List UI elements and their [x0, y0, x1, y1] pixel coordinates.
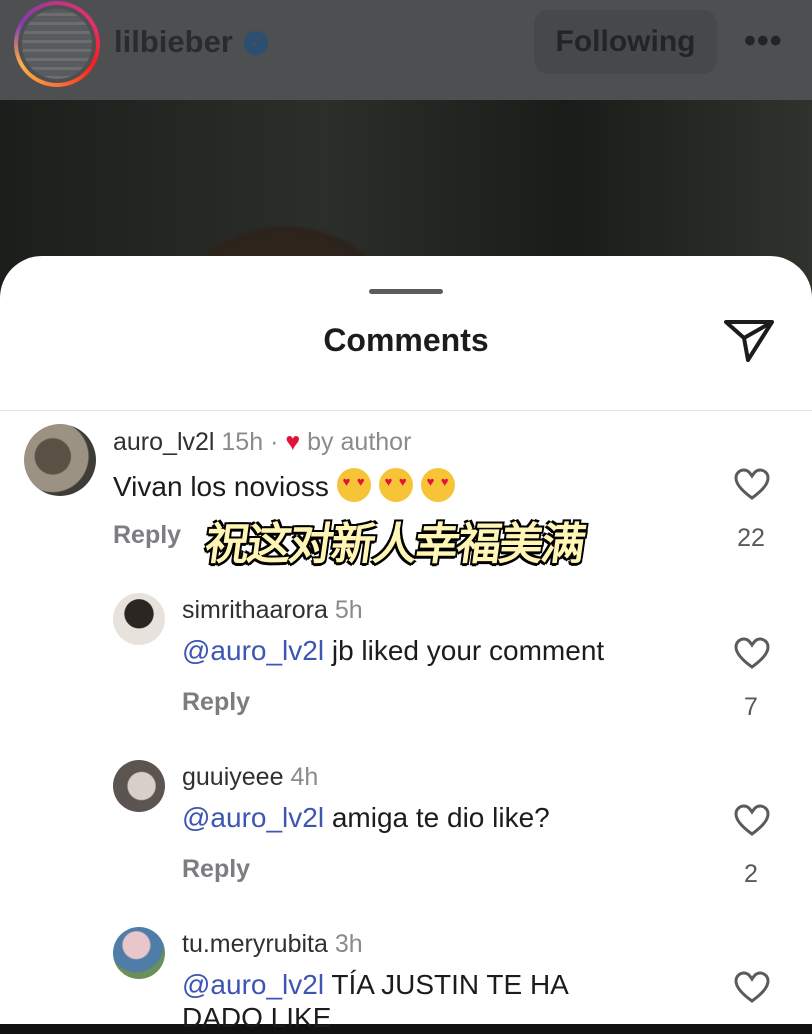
- commenter-avatar[interactable]: [113, 593, 165, 645]
- comment-time: 3h: [334, 930, 363, 958]
- heart-outline-icon[interactable]: [734, 804, 770, 836]
- reply-button[interactable]: Reply: [113, 521, 181, 550]
- comment-meta: simrithaarora 5h: [182, 596, 363, 625]
- comment-meta: auro_lv2l 15h · ♥ by author: [113, 428, 411, 457]
- mention-link[interactable]: @auro_lv2l: [182, 802, 324, 833]
- comment-time: 4h: [290, 763, 319, 791]
- sheet-grabber[interactable]: [369, 289, 443, 294]
- mention-link[interactable]: @auro_lv2l: [182, 969, 324, 1000]
- comment-body: Vivan los novioss: [113, 471, 329, 502]
- heart-eyes-emoji: [336, 468, 371, 502]
- comment-text: Vivan los novioss: [113, 468, 463, 503]
- share-send-icon[interactable]: [722, 318, 776, 364]
- comments-sheet: Comments auro_lv2l 15h · ♥ by author Viv…: [0, 256, 812, 1033]
- comment-username[interactable]: tu.meryrubita: [182, 930, 328, 958]
- commenter-avatar[interactable]: [24, 424, 96, 496]
- heart-outline-icon[interactable]: [734, 637, 770, 669]
- comment-time: 5h: [334, 596, 363, 624]
- overlay-caption: 祝这对新人幸福美满: [201, 519, 587, 570]
- liked-by-author-label: by author: [307, 428, 412, 456]
- sheet-divider: [0, 410, 812, 411]
- verified-badge-icon: ✓: [244, 31, 268, 55]
- like-count: 2: [744, 860, 758, 888]
- like-count: 7: [744, 693, 758, 721]
- comment-text: @auro_lv2l TÍA JUSTIN TE HA: [182, 969, 569, 1001]
- heart-outline-icon[interactable]: [734, 971, 770, 1003]
- like-count: 22: [737, 524, 765, 552]
- mention-link[interactable]: @auro_lv2l: [182, 635, 324, 666]
- commenter-avatar[interactable]: [113, 760, 165, 812]
- comment-username[interactable]: auro_lv2l: [113, 428, 214, 456]
- post-header: lilbieber ✓ Following •••: [0, 0, 812, 100]
- comment-time: 15h: [221, 428, 264, 456]
- profile-avatar[interactable]: [22, 9, 92, 79]
- comment-body: TÍA JUSTIN TE HA: [324, 969, 569, 1000]
- heart-filled-icon: ♥: [285, 428, 301, 456]
- reply-button[interactable]: Reply: [182, 855, 250, 884]
- following-button[interactable]: Following: [534, 10, 717, 74]
- heart-outline-icon[interactable]: [734, 468, 770, 500]
- comment-body: jb liked your comment: [324, 635, 605, 666]
- comment-meta: tu.meryrubita 3h: [182, 930, 363, 959]
- commenter-avatar[interactable]: [113, 927, 165, 979]
- heart-eyes-emoji: [378, 468, 413, 502]
- comment-text: @auro_lv2l amiga te dio like?: [182, 802, 550, 834]
- comment-username[interactable]: simrithaarora: [182, 596, 328, 624]
- sheet-title: Comments: [323, 322, 489, 358]
- comment-text: @auro_lv2l jb liked your comment: [182, 635, 604, 667]
- comment-username[interactable]: guuiyeee: [182, 763, 283, 791]
- header-username[interactable]: lilbieber: [114, 24, 233, 60]
- comment-meta: guuiyeee 4h: [182, 763, 318, 792]
- reply-button[interactable]: Reply: [182, 688, 250, 717]
- heart-eyes-emoji: [420, 468, 455, 502]
- meta-separator: ·: [270, 428, 279, 456]
- comment-text-line2: DADO LIKE: [182, 1002, 332, 1033]
- more-icon[interactable]: •••: [744, 22, 783, 61]
- comment-body: amiga te dio like?: [324, 802, 550, 833]
